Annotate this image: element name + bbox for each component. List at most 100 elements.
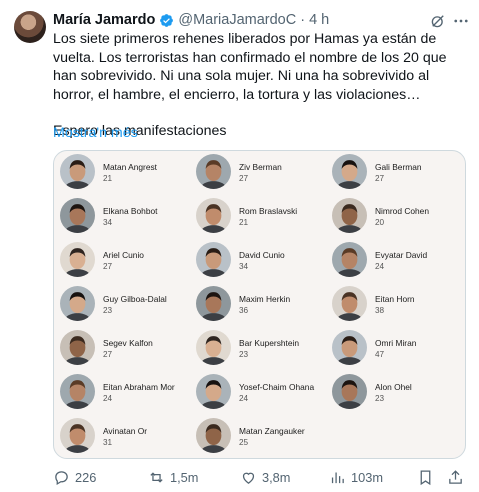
repost-count: 1,5m <box>170 470 199 485</box>
hostage-item: Segev Kalfon 27 <box>60 330 190 370</box>
tweet[interactable]: María Jamardo @MariaJamardoC · 4 h Los s… <box>0 0 479 492</box>
hostage-name: Ziv Berman <box>239 162 282 172</box>
hostage-name: Ariel Cunio <box>103 250 144 260</box>
hostage-item: Bar Kupershtein 23 <box>196 330 326 370</box>
hostage-item: Maxim Herkin 36 <box>196 286 326 326</box>
hostage-item: Yosef-Chaim Ohana 24 <box>196 374 326 414</box>
share-icon <box>449 470 462 484</box>
hostage-item: David Cunio 34 <box>196 242 326 282</box>
views-icon <box>331 472 344 484</box>
hostage-photo <box>60 242 95 277</box>
hostage-photo <box>196 374 231 409</box>
hostage-age: 23 <box>103 306 113 315</box>
author-avatar[interactable] <box>14 11 46 43</box>
hostage-item: Ariel Cunio 27 <box>60 242 190 282</box>
grok-icon[interactable] <box>429 12 447 30</box>
hostage-age: 27 <box>239 174 249 183</box>
hostage-name: Eitan Horn <box>375 294 415 304</box>
hostage-age: 21 <box>103 174 113 183</box>
hostage-age: 21 <box>239 218 249 227</box>
hostages-image[interactable]: Matan Angrest 21 Ziv Berman 27 Gali Berman 27… <box>53 150 466 459</box>
hostage-age: 20 <box>375 218 385 227</box>
hostage-name: Rom Braslavski <box>239 206 298 216</box>
hostage-age: 24 <box>239 394 249 403</box>
like-icon <box>242 472 255 484</box>
tweet-time[interactable]: 4 h <box>309 12 329 28</box>
hostage-item: Alon Ohel 23 <box>332 374 462 414</box>
hostage-name: Maxim Herkin <box>239 294 291 304</box>
hostage-photo <box>60 374 95 409</box>
separator-dot: · <box>300 12 306 28</box>
hostage-name: David Cunio <box>239 250 285 260</box>
hostage-item: Guy Gilboa-Dalal 23 <box>60 286 190 326</box>
hostage-name: Segev Kalfon <box>103 338 153 348</box>
hostage-age: 27 <box>375 174 385 183</box>
views-button[interactable]: 103m <box>329 469 383 486</box>
hostage-name: Evyatar David <box>375 250 428 260</box>
hostage-photo <box>332 198 367 233</box>
hostage-age: 34 <box>239 262 249 271</box>
hostage-photo <box>196 198 231 233</box>
tweet-actions: 226 1,5m 3,8m 103m <box>53 469 467 489</box>
hostage-item: Matan Angrest 21 <box>60 154 190 194</box>
like-button[interactable]: 3,8m <box>240 469 290 486</box>
hostage-photo <box>332 242 367 277</box>
hostage-photo <box>196 286 231 321</box>
views-count: 103m <box>351 470 384 485</box>
hostage-item: Gali Berman 27 <box>332 154 462 194</box>
hostage-age: 47 <box>375 350 385 359</box>
hostage-photo <box>196 418 231 453</box>
bookmark-button[interactable] <box>417 469 434 486</box>
hostage-age: 23 <box>239 350 249 359</box>
hostage-age: 36 <box>239 306 249 315</box>
hostage-age: 25 <box>239 438 249 447</box>
hostage-name: Nimrod Cohen <box>375 206 429 216</box>
repost-icon <box>150 472 163 483</box>
hostage-item: Elkana Bohbot 34 <box>60 198 190 238</box>
author-name[interactable]: María Jamardo <box>53 12 155 28</box>
hostage-photo <box>332 374 367 409</box>
show-more-link[interactable]: Mostra'n més <box>53 125 138 141</box>
hostage-photo <box>332 154 367 189</box>
hostage-age: 38 <box>375 306 385 315</box>
hostage-name: Eitan Abraham Mor <box>103 382 175 392</box>
hostage-photo <box>332 330 367 365</box>
hostage-photo <box>332 286 367 321</box>
hostage-item: Nimrod Cohen 20 <box>332 198 462 238</box>
hostage-item: Evyatar David 24 <box>332 242 462 282</box>
hostage-photo <box>60 330 95 365</box>
bookmark-icon <box>420 470 431 486</box>
hostage-name: Matan Angrest <box>103 162 158 172</box>
hostage-photo <box>60 418 95 453</box>
hostage-photo <box>196 330 231 365</box>
tweet-text-paragraph-1: Los siete primeros rehenes liberados por… <box>53 31 447 103</box>
hostage-age: 23 <box>375 394 385 403</box>
hostage-age: 24 <box>375 262 385 271</box>
hostage-photo <box>60 286 95 321</box>
author-handle[interactable]: @MariaJamardoC <box>178 12 296 28</box>
share-button[interactable] <box>447 469 464 486</box>
hostage-age: 24 <box>103 394 113 403</box>
hostage-name: Guy Gilboa-Dalal <box>103 294 167 304</box>
hostage-name: Bar Kupershtein <box>239 338 300 348</box>
more-icon[interactable] <box>452 12 470 30</box>
hostage-item: Omri Miran 47 <box>332 330 462 370</box>
hostage-item: Rom Braslavski 21 <box>196 198 326 238</box>
hostage-item: Avinatan Or 31 <box>60 418 190 458</box>
reply-icon <box>55 471 68 486</box>
hostage-name: Omri Miran <box>375 338 417 348</box>
hostage-name: Yosef-Chaim Ohana <box>239 382 315 392</box>
hostage-photo <box>196 154 231 189</box>
hostage-item: Ziv Berman 27 <box>196 154 326 194</box>
reply-button[interactable]: 226 <box>53 469 96 486</box>
hostage-photo <box>60 154 95 189</box>
hostage-age: 27 <box>103 350 113 359</box>
verified-badge-icon <box>160 13 174 27</box>
like-count: 3,8m <box>262 470 291 485</box>
hostage-age: 27 <box>103 262 113 271</box>
repost-button[interactable]: 1,5m <box>148 469 198 486</box>
hostage-age: 34 <box>103 218 113 227</box>
hostage-name: Gali Berman <box>375 162 422 172</box>
hostage-photo <box>60 198 95 233</box>
hostage-photo <box>196 242 231 277</box>
